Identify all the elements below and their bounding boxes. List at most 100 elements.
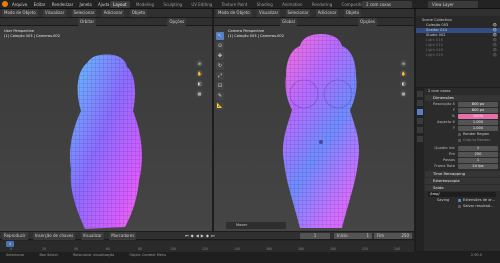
aspect-x-field[interactable]: 1.000 <box>458 119 498 125</box>
timeline-tick-label: 100 <box>170 247 177 251</box>
timeline-view-menu[interactable]: Visualizar <box>80 232 104 240</box>
render-region-checkbox[interactable] <box>458 132 461 136</box>
tab-modeling[interactable]: Modeling <box>133 1 157 8</box>
frame-rate-dropdown[interactable]: 24 fps <box>458 163 498 169</box>
rotate-icon[interactable]: ↻ <box>216 62 224 70</box>
cursor-3d-icon[interactable]: ⊙ <box>216 42 224 50</box>
menu-window[interactable]: Janela <box>80 0 92 9</box>
perspective-grid-icon[interactable]: ▦ <box>400 90 407 97</box>
blender-logo-icon[interactable] <box>2 1 8 7</box>
tab-shading[interactable]: Shading <box>254 1 276 8</box>
right-mode-dropdown[interactable]: Modo de Objeto <box>216 9 252 17</box>
left-nav-gizmo: ⊕ ✋ ◧ ▦ <box>196 60 203 100</box>
menu-help[interactable]: Ajuda <box>98 0 109 9</box>
left-mode-dropdown[interactable]: Modo de Objeto <box>2 9 38 17</box>
eye-icon[interactable]: 👁 <box>492 53 497 58</box>
annotate-icon[interactable]: ✎ <box>216 92 224 100</box>
tool-tab-icon[interactable] <box>417 91 423 97</box>
menu-render[interactable]: Renderizar <box>52 0 74 9</box>
outliner: Scene Collection Coleção 003 👁 Scatter 01… <box>416 9 500 87</box>
outliner-title: Scene Collection <box>422 18 452 22</box>
right-global-button[interactable]: Global <box>280 18 297 26</box>
end-frame-field[interactable]: Fim 250 <box>374 233 412 239</box>
measure-icon[interactable]: 📐 <box>216 102 224 110</box>
start-frame-value: 1 <box>366 233 369 238</box>
render-tab-icon[interactable] <box>417 100 423 106</box>
main-menu: Arquivo Editar Renderizar Janela Ajuda <box>12 0 114 9</box>
torso-front-mesh <box>282 34 360 228</box>
status-select-hint: Selecionar <box>6 253 25 257</box>
tab-uv-editing[interactable]: UV Editing <box>188 1 215 8</box>
outliner-item-label: Light 018 <box>426 48 443 52</box>
stereoscopy-section[interactable]: Estereoscopia <box>425 178 500 184</box>
select-cursor-icon[interactable]: ↖ <box>216 32 224 40</box>
timeline-marker-menu[interactable]: Marcadores <box>109 232 137 240</box>
output-path-field[interactable]: /tmp/ <box>428 191 496 197</box>
crop-region-checkbox[interactable] <box>458 138 461 142</box>
world-tab-icon[interactable] <box>417 136 423 142</box>
scene-selector[interactable]: 2 com coxas <box>362 1 412 8</box>
scale-icon[interactable]: ⤢ <box>216 72 224 80</box>
view-layer-selector[interactable]: View Layer <box>428 1 478 8</box>
move-icon[interactable]: ✥ <box>216 52 224 60</box>
end-frame-value: 250 <box>401 233 409 238</box>
zoom-icon[interactable]: ⊕ <box>196 60 203 67</box>
left-options-button[interactable]: Opções <box>167 18 187 26</box>
properties-context: 2 com coxas <box>428 89 451 93</box>
cache-checkbox[interactable] <box>458 204 461 208</box>
camera-view-icon[interactable]: ◧ <box>400 80 407 87</box>
pan-hand-icon[interactable]: ✋ <box>400 70 407 77</box>
camera-view-icon[interactable]: ◧ <box>196 80 203 87</box>
menu-file[interactable]: Arquivo <box>12 0 27 9</box>
tab-texture-paint[interactable]: Texture Paint <box>219 1 251 8</box>
last-operator-panel[interactable]: Mover <box>226 222 286 229</box>
version-label: 2.90.0 <box>470 253 482 257</box>
resolution-x-field[interactable]: 800 px <box>458 101 498 107</box>
timeline-keying-menu[interactable]: Inserção de chaves <box>32 232 76 240</box>
timeline-ruler[interactable]: 1 0 20 40 60 80 100 120 140 160 180 200 220 240 <box>0 241 414 252</box>
left-viewport[interactable]: User Perspective (1) Coleção 003 | Camer… <box>0 26 212 231</box>
aspect-y-field[interactable]: 1.000 <box>458 125 498 131</box>
jump-end-icon[interactable]: ⏭ <box>211 233 217 238</box>
resolution-percent-slider[interactable]: 100% <box>458 113 498 119</box>
transform-icon[interactable]: ⊡ <box>216 82 224 90</box>
output-tab-icon[interactable] <box>417 109 423 115</box>
timeline-tick-label: 60 <box>106 247 111 251</box>
outliner-item[interactable]: Light 019 👁 <box>416 53 500 58</box>
frame-step-field[interactable]: 1 <box>458 157 498 163</box>
perspective-grid-icon[interactable]: ▦ <box>196 90 203 97</box>
tab-rendering[interactable]: Rendering <box>309 1 335 8</box>
right-object-menu[interactable]: Objeto <box>343 9 362 17</box>
frame-start-field[interactable]: 1 <box>458 145 498 151</box>
left-select-menu[interactable]: Selecionar <box>71 9 97 17</box>
timeline-tick-label: 160 <box>266 247 273 251</box>
timeline-playback-menu[interactable]: Reproduzir <box>2 232 28 240</box>
view-layer-tab-icon[interactable] <box>417 118 423 124</box>
resolution-y-field[interactable]: 800 px <box>458 107 498 113</box>
left-orbit-button[interactable]: Orbitar <box>78 18 97 26</box>
right-view-menu[interactable]: Visualizar <box>256 9 281 17</box>
zoom-icon[interactable]: ⊕ <box>400 60 407 67</box>
current-frame-field[interactable]: 1 <box>300 233 330 239</box>
menu-edit[interactable]: Editar <box>34 0 46 9</box>
right-select-menu[interactable]: Selecionar <box>285 9 311 17</box>
left-view-menu[interactable]: Visualizar <box>42 9 67 17</box>
left-add-menu[interactable]: Adicionar <box>101 9 125 17</box>
scene-tab-icon[interactable] <box>417 127 423 133</box>
left-viewport-header: Modo de Objeto Visualizar Selecionar Adi… <box>0 9 212 18</box>
file-ext-checkbox[interactable] <box>458 198 461 202</box>
time-remapping-section[interactable]: Time Remapping <box>425 171 500 177</box>
start-frame-field[interactable]: Início 1 <box>334 233 372 239</box>
frame-end-field[interactable]: 250 <box>458 151 498 157</box>
tab-animation[interactable]: Animation <box>279 1 305 8</box>
right-viewport[interactable]: Camera Perspective (1) Coleção 003 | Cam… <box>214 26 414 231</box>
right-options-button[interactable]: Opções <box>358 18 377 26</box>
pan-hand-icon[interactable]: ✋ <box>196 70 203 77</box>
tab-layout[interactable]: Layout <box>110 1 130 8</box>
left-object-menu[interactable]: Objeto <box>129 9 148 17</box>
right-add-menu[interactable]: Adicionar <box>315 9 339 17</box>
tab-sculpting[interactable]: Sculpting <box>160 1 185 8</box>
timeline-tick-label: 0 <box>10 247 13 251</box>
timeline-tick-label: 180 <box>298 247 305 251</box>
frame-rate-row: Frame Rate 24 fps <box>425 163 500 169</box>
